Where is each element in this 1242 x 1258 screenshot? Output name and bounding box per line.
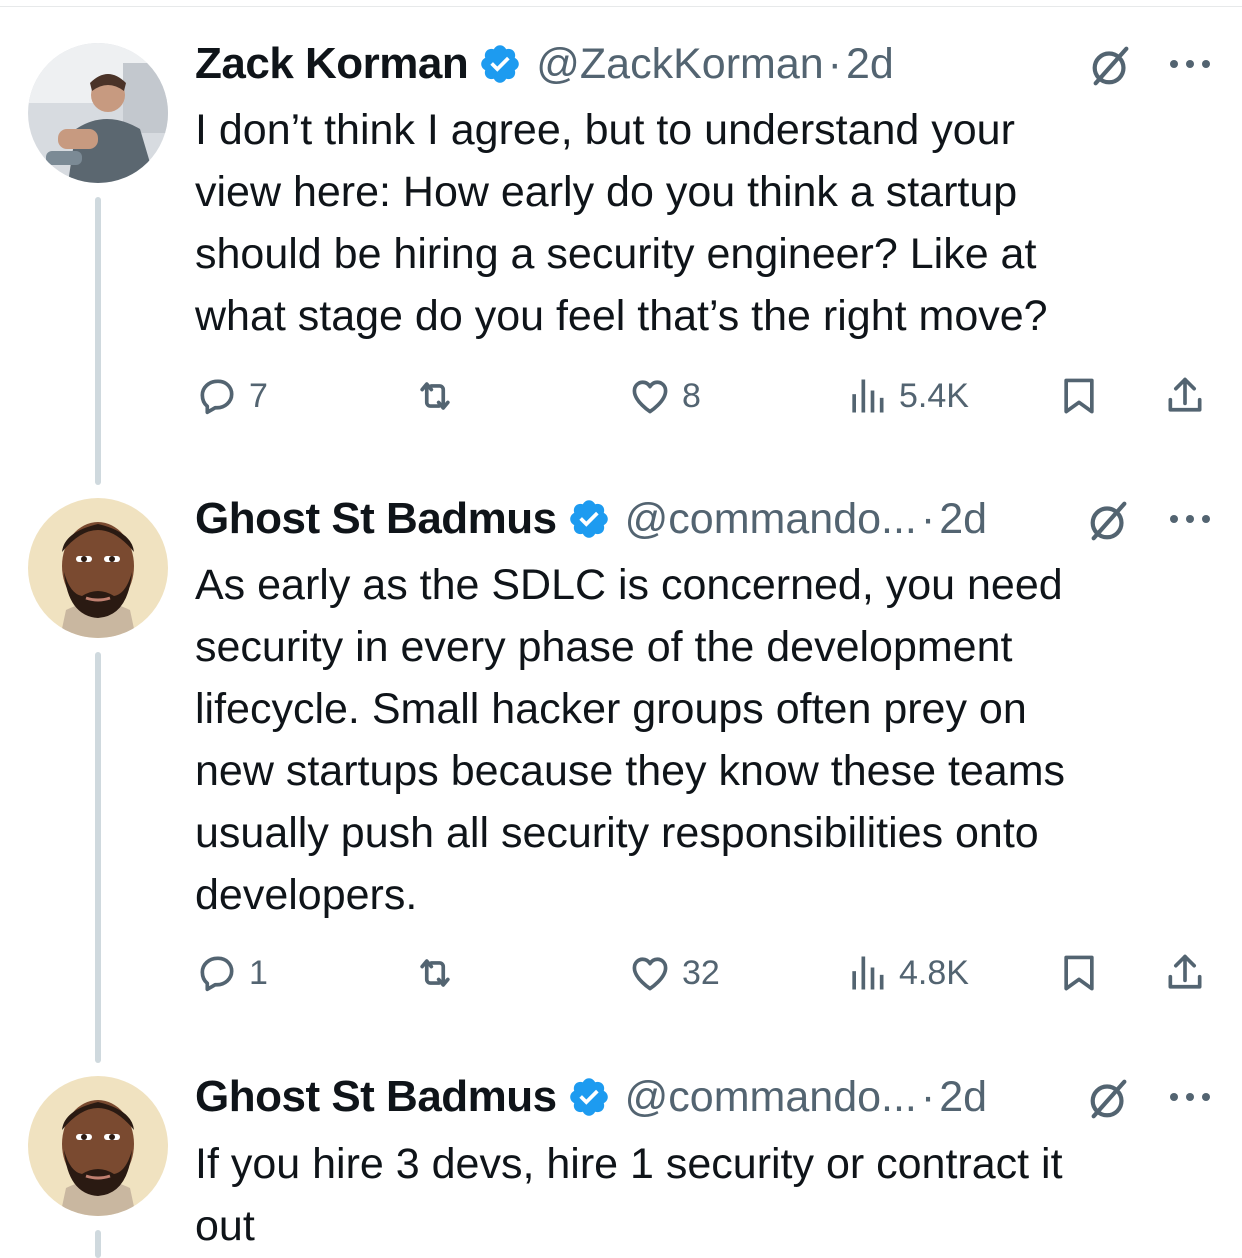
tweet-text: If you hire 3 devs, hire 1 security or c… — [195, 1140, 1063, 1250]
action-bar: 7 8 5.4K — [195, 371, 1215, 421]
bookmark-icon — [1064, 955, 1094, 991]
like-count: 32 — [682, 953, 720, 992]
top-divider — [0, 6, 1242, 7]
retweet-button[interactable] — [413, 371, 457, 421]
like-button[interactable]: 32 — [628, 948, 720, 998]
verified-badge-icon — [569, 1078, 608, 1116]
author-handle[interactable]: @ZackKorman — [536, 40, 823, 89]
heart-icon — [632, 380, 668, 414]
separator-dot: · — [920, 494, 936, 543]
reply-icon — [200, 956, 234, 992]
avatar-photo — [28, 1076, 168, 1216]
share-icon — [1168, 954, 1202, 989]
views-button[interactable]: 4.8K — [845, 948, 969, 998]
reply-button[interactable]: 7 — [195, 371, 268, 421]
more-icon[interactable] — [1168, 1091, 1212, 1103]
views-button[interactable]: 5.4K — [845, 371, 969, 421]
more-icon[interactable] — [1168, 513, 1212, 525]
retweet-icon — [420, 382, 450, 410]
separator-dot: · — [920, 1072, 936, 1121]
avatar-photo — [28, 43, 168, 183]
reply-button[interactable]: 1 — [195, 948, 268, 998]
like-count: 8 — [682, 376, 701, 415]
tweet-header: Zack Korman @ZackKorman · 2d — [195, 38, 894, 90]
share-button[interactable] — [1163, 371, 1207, 421]
author-handle[interactable]: @commando... — [625, 495, 917, 544]
reply-count: 1 — [249, 953, 268, 992]
reply-count: 7 — [249, 376, 268, 415]
author-handle[interactable]: @commando... — [625, 1073, 917, 1122]
tweet-header: Ghost St Badmus @commando... · 2d — [195, 1071, 987, 1123]
view-count: 4.8K — [899, 953, 969, 992]
thread-line — [95, 1230, 101, 1258]
more-icon[interactable] — [1168, 58, 1212, 70]
bookmark-button[interactable] — [1057, 371, 1101, 421]
retweet-icon — [420, 959, 450, 987]
share-icon — [1168, 377, 1202, 412]
bookmark-icon — [1064, 378, 1094, 414]
author-name[interactable]: Ghost St Badmus — [195, 494, 557, 544]
like-button[interactable]: 8 — [628, 371, 701, 421]
view-count: 5.4K — [899, 376, 969, 415]
avatar[interactable] — [28, 43, 168, 183]
verified-badge-icon — [481, 45, 520, 83]
tweet-header: Ghost St Badmus @commando... · 2d — [195, 493, 987, 545]
reply-icon — [200, 379, 234, 415]
grok-icon[interactable] — [1086, 498, 1132, 544]
thread-line — [95, 197, 101, 485]
tweet-text: I don’t think I agree, but to understand… — [195, 106, 1048, 340]
timestamp[interactable]: 2d — [939, 495, 987, 544]
author-name[interactable]: Zack Korman — [195, 39, 469, 89]
retweet-button[interactable] — [413, 948, 457, 998]
timestamp[interactable]: 2d — [939, 1073, 987, 1122]
heart-icon — [632, 957, 668, 991]
verified-badge-icon — [569, 500, 608, 538]
timestamp[interactable]: 2d — [846, 40, 894, 89]
avatar[interactable] — [28, 1076, 168, 1216]
avatar-photo — [28, 498, 168, 638]
grok-icon[interactable] — [1088, 43, 1134, 89]
thread-line — [95, 652, 101, 1063]
separator-dot: · — [827, 39, 842, 88]
tweet-text: As early as the SDLC is concerned, you n… — [195, 561, 1066, 919]
views-icon — [852, 956, 884, 990]
share-button[interactable] — [1163, 948, 1207, 998]
action-bar: 1 32 4.8K — [195, 948, 1215, 998]
views-icon — [852, 379, 884, 413]
avatar[interactable] — [28, 498, 168, 638]
author-name[interactable]: Ghost St Badmus — [195, 1072, 557, 1122]
grok-icon[interactable] — [1086, 1076, 1132, 1122]
bookmark-button[interactable] — [1057, 948, 1101, 998]
